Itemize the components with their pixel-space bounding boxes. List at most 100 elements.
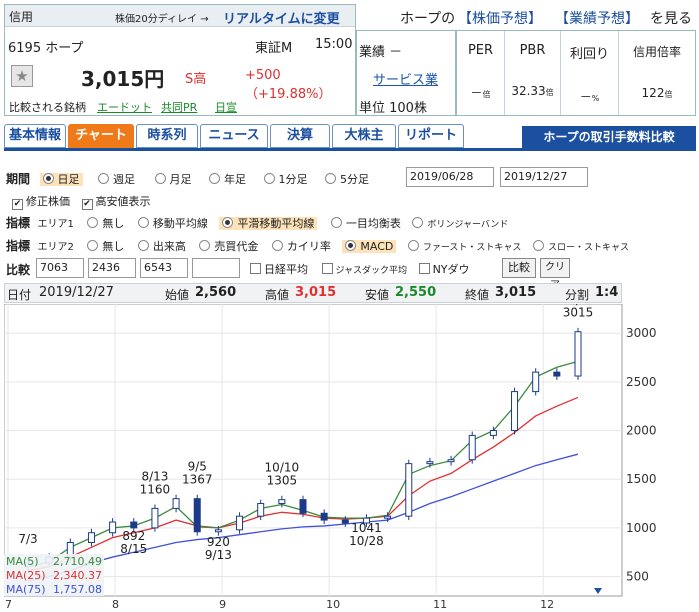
compare-code-2[interactable]: 2436 bbox=[88, 258, 136, 278]
legend-entry: MA(5) bbox=[6, 555, 39, 568]
stat-per: PER －倍 bbox=[457, 31, 505, 115]
compare-code-1[interactable]: 7063 bbox=[36, 258, 84, 278]
annotation-label: 3015 bbox=[563, 306, 594, 320]
ind1-ma[interactable]: 移動平均線 bbox=[137, 217, 208, 230]
earnings-forecast-link[interactable]: 【業績予想】 bbox=[555, 8, 639, 28]
ind2-volume[interactable]: 出来高 bbox=[137, 240, 186, 253]
stat-margin-ratio: 信用倍率 122倍 bbox=[632, 45, 681, 100]
annotation-label: 7/3 bbox=[18, 532, 37, 546]
price-chart[interactable]: 3000 2500 2000 1500 1000 500 7 8 9 10 11 12 7/3 8/1… bbox=[4, 304, 696, 610]
ind2-turnover[interactable]: 売買代金 bbox=[199, 240, 258, 253]
compare-button[interactable]: 比較 bbox=[502, 258, 536, 278]
compare-row-label: 比較 bbox=[6, 263, 31, 277]
compare-code-4[interactable] bbox=[192, 258, 240, 278]
adjusted-price-checkbox[interactable]: ✔ 修正株価 bbox=[12, 195, 70, 210]
ind1-ichimoku[interactable]: 一目均衡表 bbox=[330, 217, 401, 230]
plot-area bbox=[4, 304, 623, 597]
candle-body bbox=[151, 507, 159, 529]
annotation-label: 10/10 bbox=[265, 461, 300, 475]
ind1-bollinger[interactable]: ボリンジャーバンド bbox=[412, 217, 508, 230]
ohlc-split: 1:4 bbox=[595, 285, 619, 300]
ohlc-high: 3,015 bbox=[295, 285, 337, 300]
x-tick-label: 9 bbox=[219, 598, 226, 610]
y-tick-label: 2500 bbox=[626, 375, 657, 389]
date-from-input[interactable]: 2019/06/28 bbox=[406, 167, 494, 187]
tab-earnings[interactable]: 決算 bbox=[270, 124, 330, 148]
legend-entry: MA(75) bbox=[6, 583, 46, 596]
tab-news[interactable]: ニュース bbox=[200, 124, 268, 148]
jasdaq-checkbox[interactable]: ジャスダック平均 bbox=[321, 263, 407, 276]
period-weekly[interactable]: 週足 bbox=[98, 173, 135, 186]
star-icon[interactable]: ★ bbox=[11, 65, 33, 87]
candle-body bbox=[320, 512, 328, 521]
current-price: 3,015円 bbox=[81, 67, 165, 91]
delay-note: 株価20分ディレイ → bbox=[115, 14, 209, 25]
code-name: 6195 ホープ bbox=[8, 41, 84, 56]
annotation-label: 10/28 bbox=[349, 534, 384, 548]
candle-body bbox=[553, 371, 561, 377]
annotation-label: 1041 bbox=[351, 521, 382, 535]
candle-body bbox=[426, 461, 434, 465]
stat-yield: 利回り －% bbox=[561, 31, 619, 115]
tab-report[interactable]: リポート bbox=[398, 124, 464, 148]
forecast-suffix: を見る bbox=[650, 11, 692, 27]
annotation-label: 1305 bbox=[267, 474, 298, 488]
period-monthly[interactable]: 月足 bbox=[154, 173, 192, 186]
stock-forecast-link[interactable]: 【株価予想】 bbox=[458, 8, 542, 28]
indicator1-row: 指標 エリア1 無し 移動平均線 平滑移動平均線 一目均衡表 ボリンジャーバンド bbox=[6, 216, 509, 230]
market-label: 東証M bbox=[255, 41, 293, 56]
tab-timeseries[interactable]: 時系列 bbox=[136, 124, 198, 148]
candle-body bbox=[532, 371, 540, 393]
candle-body bbox=[299, 499, 307, 514]
price-change: +500（+19.88%） bbox=[245, 68, 332, 102]
ohlc-open: 2,560 bbox=[195, 285, 237, 300]
category-label: 信用 bbox=[9, 10, 34, 24]
ind1-none[interactable]: 無し bbox=[87, 217, 124, 230]
ohlc-bar: 日付 2019/12/27 始値 2,560 高値 3,015 安値 2,550… bbox=[4, 283, 622, 303]
y-tick-label: 1000 bbox=[626, 521, 657, 535]
ind2-slow-stoch[interactable]: スロー・ストキャス bbox=[532, 240, 629, 253]
compare-options: 日経平均 ジャスダック平均 NYダウ bbox=[250, 261, 470, 277]
compare-link-3[interactable]: 日宣 bbox=[215, 99, 237, 115]
tab-chart[interactable]: チャート bbox=[68, 124, 134, 148]
annotation-label: 8/13 bbox=[141, 469, 168, 483]
stats-panel: PER －倍 PBR 32.33倍 利回り －% 信用倍率 122倍 bbox=[456, 30, 696, 116]
period-yearly[interactable]: 年足 bbox=[209, 173, 246, 186]
tab-basic-info[interactable]: 基本情報 bbox=[4, 124, 66, 148]
candle-body bbox=[574, 331, 582, 377]
stock-header: 信用 株価20分ディレイ → リアルタイムに変更 6195 ホープ 東証M 15… bbox=[4, 4, 356, 116]
ind2-deviation[interactable]: カイリ率 bbox=[271, 240, 331, 253]
legend-value: 2,340.37 bbox=[53, 569, 102, 582]
tab-shareholders[interactable]: 大株主 bbox=[332, 124, 396, 148]
industry-label: 業績 － bbox=[359, 45, 403, 60]
ind2-macd[interactable]: MACD bbox=[342, 240, 397, 253]
annotation-label: 920 bbox=[207, 535, 230, 549]
compare-link-2[interactable]: 共同PR bbox=[161, 99, 197, 115]
industry-link[interactable]: サービス業 bbox=[373, 69, 438, 88]
high-low-checkbox[interactable]: ✔ 高安値表示 bbox=[81, 195, 151, 210]
ohlc-close: 3,015 bbox=[495, 285, 537, 300]
candle-body bbox=[489, 430, 497, 436]
period-5min[interactable]: 5分足 bbox=[325, 173, 369, 186]
compare-link-1[interactable]: エードット bbox=[97, 99, 152, 115]
stop-high-badge: S高 bbox=[185, 72, 207, 87]
y-tick-label: 1500 bbox=[626, 472, 657, 486]
clear-button[interactable]: クリア bbox=[540, 258, 570, 291]
period-1min[interactable]: 1分足 bbox=[263, 173, 308, 186]
nikkei-checkbox[interactable]: 日経平均 bbox=[250, 263, 308, 276]
indicator2-row: 指標 エリア2 無し 出来高 売買代金 カイリ率 MACD ファースト・ストキャ… bbox=[6, 239, 629, 253]
fee-compare-button[interactable]: ホープの取引手数料比較 bbox=[522, 126, 696, 148]
date-to-input[interactable]: 2019/12/27 bbox=[500, 167, 588, 187]
annotation-label: 892 bbox=[122, 529, 145, 543]
realtime-link[interactable]: リアルタイムに変更 bbox=[223, 8, 340, 27]
candle-body bbox=[109, 521, 117, 534]
nydow-checkbox[interactable]: NYダウ bbox=[418, 263, 470, 276]
candle-body bbox=[87, 532, 95, 543]
compare-code-3[interactable]: 6543 bbox=[140, 258, 188, 278]
ind2-none[interactable]: 無し bbox=[87, 240, 124, 253]
annotation-label: 9/5 bbox=[188, 460, 207, 474]
ind2-fast-stoch[interactable]: ファースト・ストキャス bbox=[407, 240, 521, 253]
forecast-prefix: ホープの bbox=[400, 11, 456, 27]
period-daily[interactable]: 日足 bbox=[39, 173, 83, 186]
ind1-smoothed-ma[interactable]: 平滑移動平均線 bbox=[219, 217, 318, 230]
